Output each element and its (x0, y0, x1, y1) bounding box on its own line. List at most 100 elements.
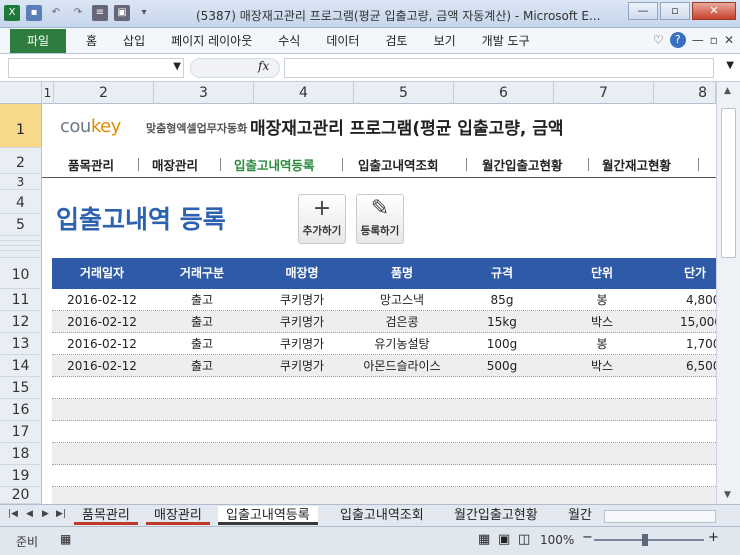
cell-price[interactable]: 15,000 (652, 311, 716, 333)
tab-home[interactable]: 홈 (86, 32, 97, 49)
cell-date[interactable]: 2016-02-12 (52, 311, 152, 333)
scroll-down-icon[interactable]: ▼ (724, 490, 731, 500)
row-header[interactable]: 15 (0, 377, 42, 399)
table-row[interactable]: 2016-02-12 출고 쿠키명가 아몬드슬라이스 500g 박스 6,500 (52, 355, 716, 377)
add-button[interactable]: + 추가하기 (298, 194, 346, 244)
row-header[interactable]: 10 (0, 258, 42, 289)
cell-item[interactable]: 검은콩 (352, 311, 452, 333)
close-button[interactable]: ✕ (692, 2, 736, 20)
tab-view[interactable]: 보기 (434, 32, 456, 49)
zoom-out-icon[interactable]: − (582, 530, 593, 545)
cell-type[interactable]: 출고 (152, 289, 252, 311)
row-header[interactable]: 17 (0, 421, 42, 443)
page-layout-view-icon[interactable]: ▣ (498, 532, 510, 547)
tab-formulas[interactable]: 수식 (278, 32, 300, 49)
row-header[interactable]: 16 (0, 399, 42, 421)
cell-item[interactable]: 망고스낵 (352, 289, 452, 311)
minimize-button[interactable]: — (628, 2, 658, 20)
nav-item-stores[interactable]: 매장관리 (152, 155, 198, 174)
column-header[interactable]: 2 (54, 82, 154, 104)
column-header[interactable]: 6 (454, 82, 554, 104)
worksheet[interactable]: coukey 맞춤형엑셀업무자동화 매장재고관리 프로그램(평균 입출고량, 금… (42, 104, 716, 504)
tab-review[interactable]: 검토 (385, 32, 407, 49)
page-break-view-icon[interactable]: ◫ (518, 532, 530, 547)
workbook-restore-icon[interactable]: ▫ (710, 33, 718, 47)
normal-view-icon[interactable]: ▦ (478, 532, 490, 547)
cell-date[interactable]: 2016-02-12 (52, 289, 152, 311)
name-box[interactable]: ▼ (8, 58, 184, 78)
formula-input[interactable] (284, 58, 714, 78)
select-all-corner[interactable] (0, 82, 42, 104)
zoom-slider[interactable] (594, 534, 704, 546)
cell-type[interactable]: 출고 (152, 355, 252, 377)
empty-row[interactable] (52, 421, 716, 443)
form-icon[interactable]: ≡ (92, 5, 108, 21)
empty-row[interactable] (52, 443, 716, 465)
zoom-level[interactable]: 100% (540, 533, 574, 547)
row-header[interactable]: 20 (0, 487, 42, 504)
table-row[interactable]: 2016-02-12 출고 쿠키명가 검은콩 15kg 박스 15,000 (52, 311, 716, 333)
column-header[interactable]: 8 (654, 82, 716, 104)
sheet-tab[interactable]: 입출고내역조회 (332, 506, 432, 525)
cell-type[interactable]: 출고 (152, 311, 252, 333)
nav-item-products[interactable]: 품목관리 (68, 155, 114, 174)
empty-row[interactable] (52, 377, 716, 399)
column-header[interactable]: 5 (354, 82, 454, 104)
cell-unit[interactable]: 봉 (552, 333, 652, 355)
column-header[interactable]: 4 (254, 82, 354, 104)
cell-store[interactable]: 쿠키명가 (252, 311, 352, 333)
row-header[interactable]: 18 (0, 443, 42, 465)
vertical-scrollbar[interactable]: ▲ ▼ (716, 82, 740, 504)
help-icon[interactable]: ? (669, 32, 686, 48)
sheet-tab[interactable]: 월간입출고현황 (446, 506, 546, 525)
row-header[interactable]: 11 (0, 289, 42, 311)
cell-item[interactable]: 유기농설탕 (352, 333, 452, 355)
cell-date[interactable]: 2016-02-12 (52, 355, 152, 377)
nav-item-monthly-io[interactable]: 월간입출고현황 (482, 155, 563, 174)
scroll-up-icon[interactable]: ▲ (724, 86, 731, 96)
cell-store[interactable]: 쿠키명가 (252, 333, 352, 355)
workbook-close-icon[interactable]: ✕ (724, 33, 734, 47)
cell-price[interactable]: 6,500 (652, 355, 716, 377)
table-row[interactable]: 2016-02-12 출고 쿠키명가 망고스낵 85g 봉 4,800 (52, 289, 716, 311)
redo-icon[interactable]: ↷ (70, 5, 86, 21)
tab-data[interactable]: 데이터 (326, 32, 359, 49)
row-header[interactable]: 12 (0, 311, 42, 333)
tab-developer[interactable]: 개발 도구 (482, 32, 530, 49)
cell-spec[interactable]: 100g (452, 333, 552, 355)
row-header[interactable]: 5 (0, 214, 42, 236)
camera-icon[interactable]: ▣ (114, 5, 130, 21)
zoom-slider-knob[interactable] (642, 534, 648, 546)
horizontal-scrollbar[interactable] (604, 510, 716, 523)
column-header[interactable]: 7 (554, 82, 654, 104)
last-sheet-icon[interactable]: ▶| (56, 509, 66, 519)
table-row[interactable]: 2016-02-12 출고 쿠키명가 유기농설탕 100g 봉 1,700 (52, 333, 716, 355)
empty-row[interactable] (52, 465, 716, 487)
row-header[interactable]: 13 (0, 333, 42, 355)
row-header[interactable]: 19 (0, 465, 42, 487)
row-header[interactable]: 14 (0, 355, 42, 377)
column-header[interactable]: 1 (42, 82, 54, 104)
first-sheet-icon[interactable]: |◀ (8, 509, 18, 519)
insert-function-icon[interactable]: fx (258, 59, 269, 73)
workbook-minimize-icon[interactable]: — (692, 33, 704, 47)
sheet-tab[interactable]: 월간 (560, 506, 600, 525)
name-box-dropdown-icon[interactable]: ▼ (173, 61, 181, 72)
cell-spec[interactable]: 500g (452, 355, 552, 377)
expand-formula-bar-icon[interactable]: ▼ (726, 60, 734, 71)
cell-spec[interactable]: 15kg (452, 311, 552, 333)
cell-price[interactable]: 1,700 (652, 333, 716, 355)
row-header[interactable]: 2 (0, 148, 42, 174)
cell-unit[interactable]: 박스 (552, 311, 652, 333)
tab-file[interactable]: 파일 (10, 28, 66, 53)
cell-unit[interactable]: 박스 (552, 355, 652, 377)
tab-page-layout[interactable]: 페이지 레이아웃 (171, 32, 252, 49)
vertical-scroll-thumb[interactable] (721, 108, 736, 258)
nav-item-io-register[interactable]: 입출고내역등록 (234, 155, 315, 174)
row-header[interactable]: 1 (0, 104, 42, 148)
macro-record-icon[interactable]: ▦ (60, 532, 71, 546)
cell-price[interactable]: 4,800 (652, 289, 716, 311)
ribbon-minimize-icon[interactable]: ♡ (653, 33, 664, 47)
empty-row[interactable] (52, 399, 716, 421)
sheet-tab[interactable]: 매장관리 (146, 506, 210, 525)
